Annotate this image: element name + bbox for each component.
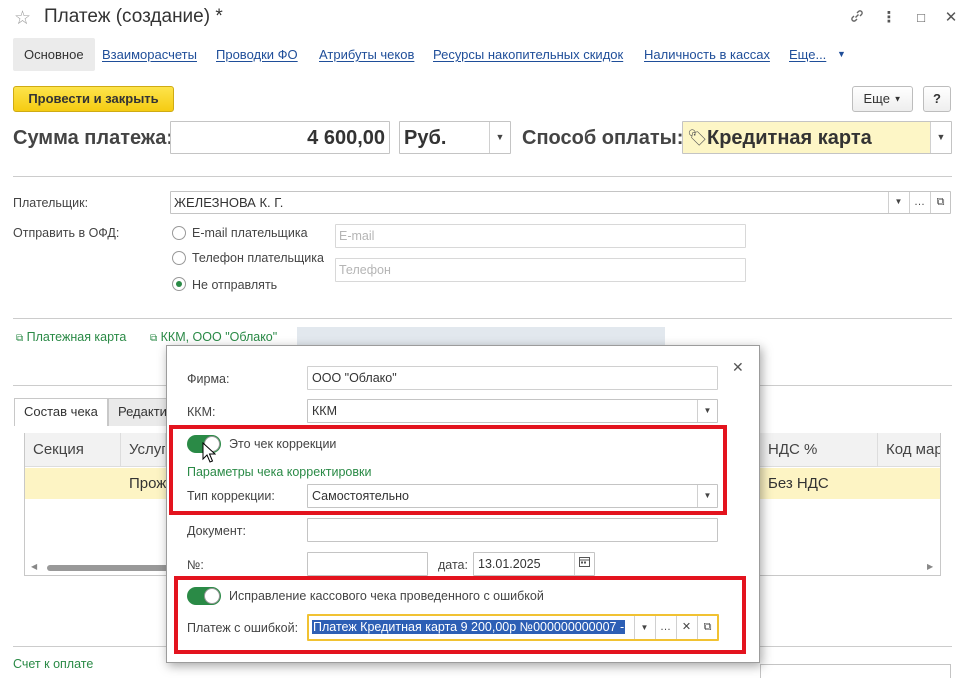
radio-none-label: Не отправлять (192, 278, 278, 292)
link-open-icon: ⧉ (16, 333, 24, 344)
cell-mark-code[interactable] (878, 468, 940, 499)
calendar-icon[interactable] (574, 553, 594, 575)
sum-value: 4 600,00 (307, 127, 385, 149)
date-label: дата: (438, 558, 468, 572)
card-link-label: Платежная карта (26, 330, 127, 344)
tab-cash[interactable]: Наличность в кассах (644, 38, 770, 71)
radio-email-label: E-mail плательщика (192, 226, 308, 240)
discount-card-area (297, 327, 665, 347)
phone-placeholder: Телефон (339, 263, 391, 277)
cell-vat[interactable]: Без НДС (760, 468, 878, 499)
radio-phone[interactable] (172, 251, 186, 265)
cell-service[interactable]: Прож (121, 468, 166, 499)
scroll-right-icon[interactable]: ▶ (927, 562, 933, 571)
tab-more-chevron-icon[interactable]: ▼ (837, 49, 846, 59)
link-open-icon: ⧉ (150, 333, 158, 344)
date-value: 13.01.2025 (478, 557, 541, 571)
kkm-label: ККМ: (187, 405, 216, 419)
number-input[interactable] (307, 552, 428, 576)
more-actions-button[interactable]: Еще ▼ (852, 86, 913, 112)
ofd-label: Отправить в ОФД: (13, 226, 120, 240)
email-input[interactable]: E-mail (335, 224, 746, 248)
date-input[interactable]: 13.01.2025 (473, 552, 595, 576)
maximize-icon[interactable]: □ (910, 8, 932, 28)
sum-input[interactable]: 4 600,00 (170, 121, 390, 154)
email-placeholder: E-mail (339, 229, 375, 243)
payment-method-label: Способ оплаты: (522, 127, 684, 149)
favorite-star-icon[interactable]: ☆ (14, 7, 31, 30)
sum-label: Сумма платежа: (13, 127, 174, 149)
receipt-tab-edit[interactable]: Редакти (108, 398, 168, 426)
open-icon[interactable]: ⧉ (930, 192, 950, 213)
firm-input[interactable]: ООО "Облако" (307, 366, 718, 390)
kkm-select[interactable]: ККМ ▼ (307, 399, 718, 423)
currency-select[interactable]: Руб. ▼ (399, 121, 511, 154)
firm-label: Фирма: (187, 372, 230, 386)
help-button[interactable]: ? (923, 86, 951, 112)
document-input[interactable] (307, 518, 718, 542)
tag-icon: 🏷 (687, 130, 708, 147)
tab-discount-resources[interactable]: Ресурсы накопительных скидок (433, 38, 623, 71)
close-window-icon[interactable]: ✕ (940, 8, 962, 28)
number-label: №: (187, 558, 204, 572)
more-vert-icon[interactable]: ⋮ (878, 8, 900, 28)
currency-value: Руб. (404, 127, 447, 149)
highlight-correction (169, 425, 727, 515)
payment-method-select[interactable]: 🏷 Кредитная карта ▼ (682, 121, 952, 154)
col-section[interactable]: Секция (25, 433, 121, 467)
kkm-value: ККМ (312, 404, 337, 418)
kkm-link[interactable]: ⧉ ККМ, ООО "Облако" (150, 330, 277, 344)
highlight-fix-receipt (174, 576, 746, 654)
close-popup-icon[interactable]: ✕ (732, 359, 744, 376)
tab-postings[interactable]: Проводки ФО (216, 38, 298, 71)
dropdown-arrow-icon[interactable]: ▼ (888, 192, 908, 213)
radio-email[interactable] (172, 226, 186, 240)
select-ellipsis-button[interactable]: … (909, 192, 929, 213)
post-and-close-button[interactable]: Провести и закрыть (13, 86, 174, 112)
payer-input[interactable]: ЖЕЛЕЗНОВА К. Г. ▼ … ⧉ (170, 191, 951, 214)
tab-receipt-attrs[interactable]: Атрибуты чеков (319, 38, 414, 71)
table-row[interactable] (25, 468, 121, 499)
bill-link[interactable]: Счет к оплате (13, 657, 93, 671)
payment-method-value: Кредитная карта (707, 127, 872, 149)
receipt-tab-composition[interactable]: Состав чека (14, 398, 108, 426)
dropdown-arrow-icon[interactable]: ▼ (697, 400, 717, 422)
dropdown-arrow-icon[interactable]: ▼ (489, 122, 510, 153)
divider (13, 318, 952, 319)
tab-more[interactable]: Еще... (789, 38, 826, 71)
receipt-tab-composition-label: Состав чека (24, 404, 98, 419)
tab-settlements[interactable]: Взаиморасчеты (102, 38, 197, 71)
link-icon[interactable] (846, 8, 868, 28)
divider (13, 176, 952, 177)
col-service[interactable]: Услуг (121, 433, 166, 467)
tab-main[interactable]: Основное (13, 38, 95, 71)
dropdown-arrow-icon: ▼ (893, 94, 902, 104)
card-link[interactable]: ⧉ Платежная карта (16, 330, 126, 344)
scroll-left-icon[interactable]: ◀ (31, 562, 37, 571)
document-label: Документ: (187, 524, 246, 538)
col-vat[interactable]: НДС % (760, 433, 878, 467)
more-actions-label: Еще (863, 91, 890, 106)
bottom-field-edge (760, 664, 951, 678)
radio-none[interactable] (172, 277, 186, 291)
radio-phone-label: Телефон плательщика (192, 251, 324, 265)
col-mark-code[interactable]: Код мар (878, 433, 940, 467)
kkm-link-label: ККМ, ООО "Облако" (160, 330, 278, 344)
phone-input[interactable]: Телефон (335, 258, 746, 282)
firm-value: ООО "Облако" (312, 371, 397, 385)
receipt-tab-edit-label: Редакти (118, 404, 167, 419)
window-title: Платеж (создание) * (44, 6, 223, 27)
payer-label: Плательщик: (13, 196, 89, 210)
dropdown-arrow-icon[interactable]: ▼ (930, 122, 951, 153)
payer-value: ЖЕЛЕЗНОВА К. Г. (174, 195, 284, 210)
